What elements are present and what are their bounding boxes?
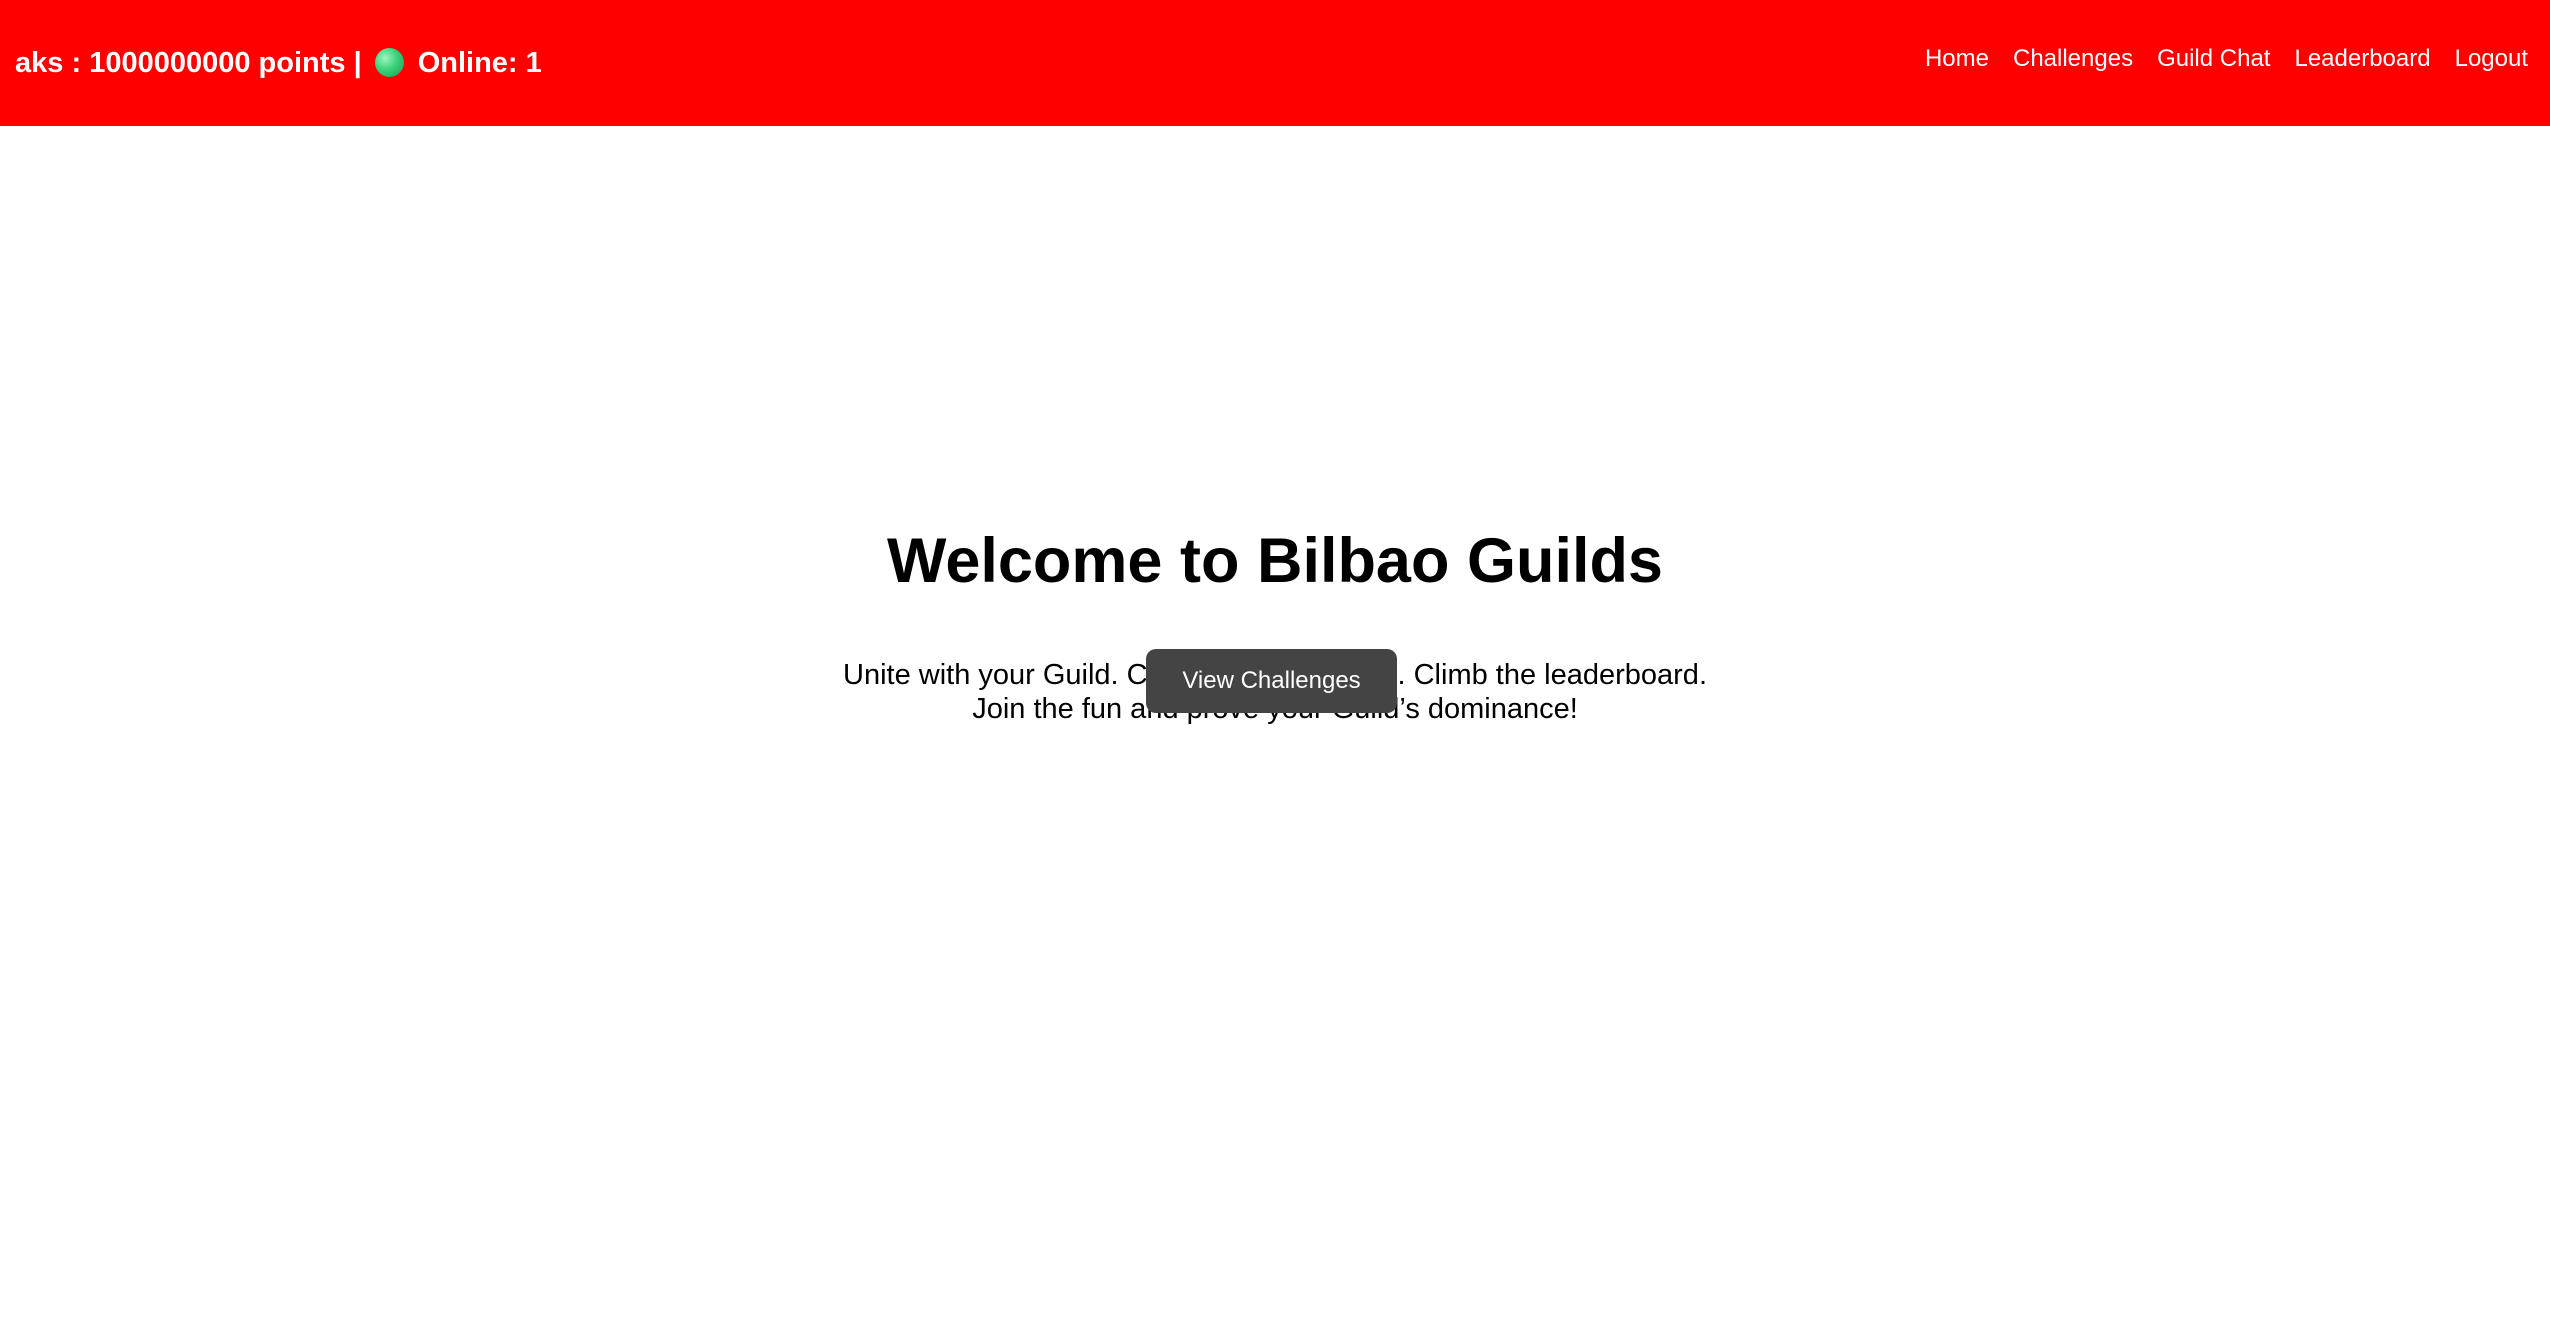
nav-leaderboard-link[interactable]: Leaderboard [2294, 45, 2430, 73]
main-nav: Home Challenges Guild Chat Leaderboard L… [1925, 0, 2528, 118]
top-navbar: aks : 1000000000 points | Online: 1 Home… [0, 0, 2550, 126]
view-challenges-button[interactable]: View Challenges [1146, 649, 1397, 713]
username-separator: : [71, 46, 82, 79]
username: aks [15, 46, 64, 79]
online-count: Online: 1 [417, 46, 542, 79]
hero-title: Welcome to Bilbao Guilds [887, 526, 1663, 596]
nav-logout-link[interactable]: Logout [2455, 45, 2528, 73]
nav-challenges-link[interactable]: Challenges [2013, 45, 2133, 73]
nav-home-link[interactable]: Home [1925, 45, 1989, 73]
online-status-icon [374, 47, 404, 77]
points-value: 1000000000 points [89, 46, 346, 79]
status-divider: | [353, 46, 362, 79]
user-status: aks : 1000000000 points | Online: 1 [15, 0, 542, 126]
nav-guild-chat-link[interactable]: Guild Chat [2157, 45, 2270, 73]
